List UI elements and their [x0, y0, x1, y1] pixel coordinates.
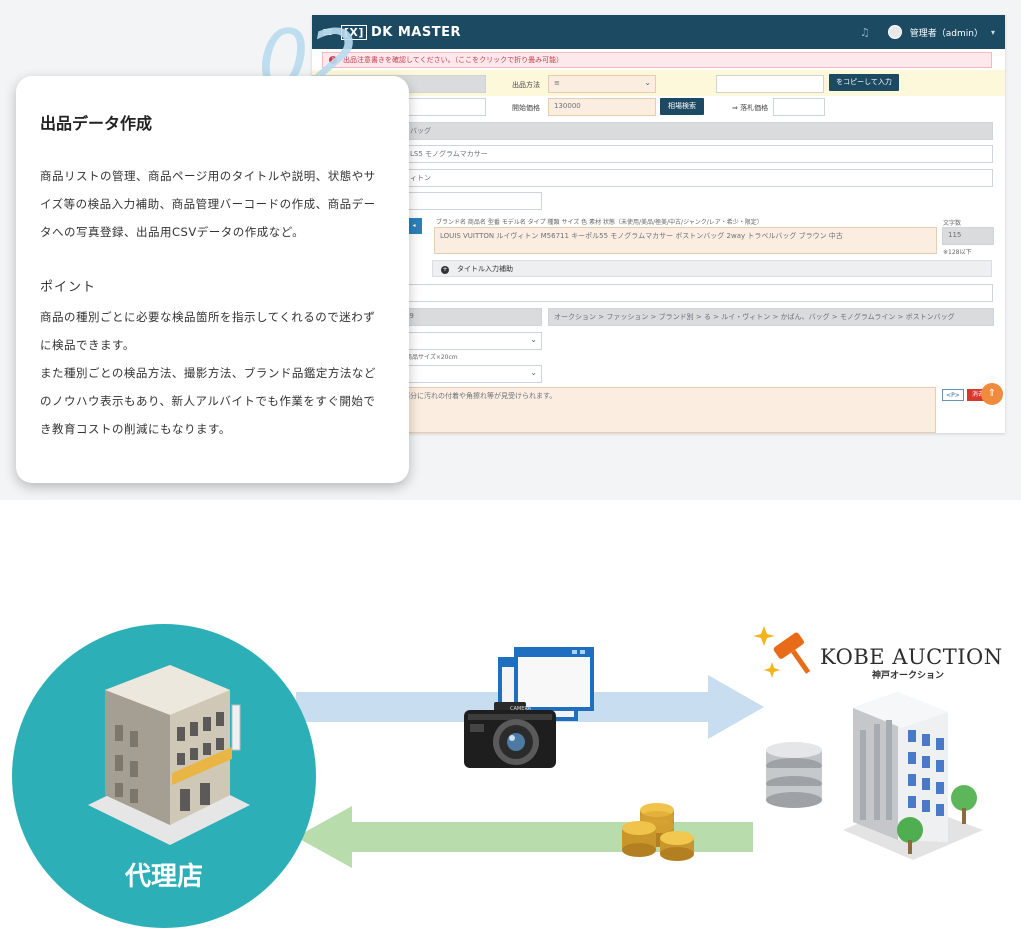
agency-building-icon [88, 665, 250, 845]
char-count-label: 文字数 [943, 220, 962, 227]
char-count-value: 115 [942, 227, 994, 245]
size-select[interactable]: m⌄ [390, 332, 542, 350]
model-field[interactable]: LS5 モノグラムマカサー [312, 145, 993, 163]
text-field-2[interactable] [390, 192, 542, 210]
brand-text: ィトン [410, 174, 431, 182]
point-heading: ポイント [40, 280, 97, 295]
category-code-field: 4219 [390, 308, 542, 326]
bid-price-input[interactable] [773, 98, 825, 116]
category-path-field: オークション > ファッション > ブランド別 > る > ルイ・ヴィトン > … [548, 308, 994, 326]
office-building-icon [843, 692, 983, 860]
char-limit-note: ※128以下 [943, 249, 972, 256]
price-search-button[interactable]: 相場検索 [660, 98, 704, 115]
bag-text: バッグ [410, 127, 431, 135]
card-description: 商品リストの管理、商品ページ用のタイトルや説明、状態やサイズ等の検品入力補助、商… [40, 169, 376, 239]
condition-select[interactable]: ⌄ [390, 365, 542, 383]
kobe-auction-subtitle: 神戸オークション [872, 671, 945, 681]
chevron-down-icon: ⌄ [644, 78, 651, 87]
plus-icon: + [441, 266, 449, 274]
text-field-3[interactable] [312, 284, 993, 302]
camera-brand-text: CAMERA [510, 706, 532, 712]
title-textarea[interactable]: LOUIS VUITTON ルイヴィトン M56711 キーポル55 モノグラム… [434, 227, 937, 254]
copy-input-button[interactable]: をコピーして入力 [829, 74, 899, 91]
point-text-1: 商品の種別ごとに必要な検品箇所を指示してくれるので迷わずに検品できます。 [40, 310, 376, 352]
coins-icon [622, 803, 694, 861]
model-text: LS5 モノグラムマカサー [410, 150, 488, 158]
scroll-top-button[interactable]: ⇑ [981, 383, 1003, 405]
point-text-2: また種別ごとの検品方法、撮影方法、ブランド品鑑定方法などのノウハウ表示もあり、新… [40, 366, 376, 436]
gavel-icon [753, 626, 811, 678]
chevron-down-icon[interactable]: ▾ [991, 28, 995, 37]
user-label[interactable]: 管理者（admin） [910, 26, 983, 39]
method-value: ≡ [554, 79, 560, 87]
avatar[interactable] [887, 25, 902, 39]
chevron-down-icon: ⌄ [530, 335, 537, 344]
bell-icon[interactable]: ♫ [860, 26, 870, 39]
alert-text: 出品注意書きを確認してください。（ここをクリックで折り畳み可能） [343, 56, 564, 64]
method-label: 出品方法 [512, 81, 540, 89]
alert-banner[interactable]: ! 出品注意書きを確認してください。（ここをクリックで折り畳み可能） [322, 52, 992, 68]
camera-icon: CAMERA [464, 702, 556, 768]
bid-price-label: ⇒ 落札価格 [732, 104, 769, 112]
header-right: ♫ 管理者（admin） ▾ [860, 25, 995, 39]
brand-field[interactable]: ィトン [312, 169, 993, 187]
start-price-input[interactable]: 130000 [548, 98, 656, 116]
chevron-down-icon: ⌄ [530, 368, 537, 377]
arrow-to-auction-head [708, 675, 764, 739]
paragraph-button[interactable]: <P> [942, 389, 964, 401]
start-price-label: 開始価格 [512, 104, 540, 112]
agency-label: 代理店 [124, 862, 203, 892]
title-hint: ブランド名 商品名 型番 モデル名 タイプ 種類 サイズ 色 素材 状態（未使用… [436, 219, 763, 226]
app-logo[interactable]: [X] DK MASTER [340, 24, 461, 40]
title-assist-label: タイトル入力補助 [457, 265, 513, 273]
app-screenshot: ≡ [X] DK MASTER ♫ 管理者（admin） ▾ ! 出品注意書きを確… [312, 15, 1005, 433]
brand-name: DK MASTER [370, 24, 461, 40]
card-title: 出品データ作成 [40, 114, 153, 133]
title-assist-bar[interactable]: + タイトル入力補助 [432, 260, 992, 277]
kobe-auction-logo: KOBE AUCTION [820, 645, 1003, 669]
app-header: ≡ [X] DK MASTER ♫ 管理者（admin） ▾ [312, 15, 1005, 49]
description-textarea[interactable]: ト部分に汚れの付着や角擦れ等が見受けられます。 [390, 387, 936, 433]
database-icon [766, 742, 822, 808]
copy-source-field[interactable] [716, 75, 824, 93]
method-select[interactable]: ≡ ⌄ [548, 75, 656, 93]
bag-field: バッグ [312, 122, 993, 140]
feature-card: 出品データ作成 商品リストの管理、商品ページ用のタイトルや説明、状態やサイズ等の… [16, 76, 409, 483]
